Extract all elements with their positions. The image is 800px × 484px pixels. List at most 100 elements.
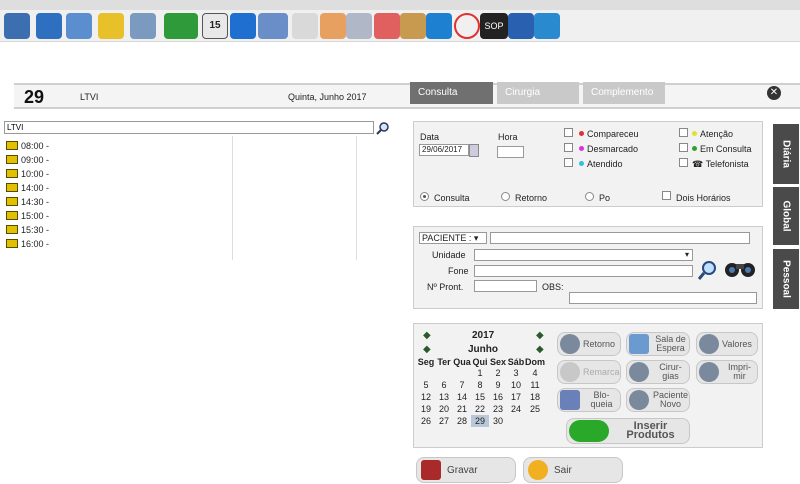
side-tab-global[interactable]: Global: [773, 187, 799, 245]
time-slot[interactable]: 08:00 -: [6, 141, 49, 154]
remarca-button[interactable]: Remarca: [557, 360, 621, 384]
calendar-day[interactable]: [417, 367, 435, 379]
folder-icon[interactable]: [66, 13, 92, 39]
compareceu-checkbox[interactable]: [564, 128, 573, 137]
notepad-icon[interactable]: [292, 13, 318, 39]
calendar-day[interactable]: 11: [525, 379, 545, 391]
book-icon[interactable]: [36, 13, 62, 39]
calendar-day[interactable]: 19: [417, 403, 435, 415]
calculator-icon[interactable]: [258, 13, 288, 39]
dois-horarios-checkbox[interactable]: [662, 191, 671, 200]
calendar-day[interactable]: 24: [507, 403, 525, 415]
calendar-day[interactable]: 22: [471, 403, 489, 415]
calendar-day[interactable]: 17: [507, 391, 525, 403]
calendar-day[interactable]: 15: [471, 391, 489, 403]
calendar-day[interactable]: [525, 415, 545, 427]
time-slot[interactable]: 10:00 -: [6, 169, 49, 182]
calendar-day[interactable]: 12: [417, 391, 435, 403]
valores-button[interactable]: Valores: [696, 332, 758, 356]
sair-button[interactable]: Sair: [523, 457, 623, 483]
gravar-button[interactable]: Gravar: [416, 457, 516, 483]
hora-field[interactable]: [497, 146, 524, 158]
doctor-icon[interactable]: [320, 13, 346, 39]
gift-icon[interactable]: [374, 13, 400, 39]
calendar-day[interactable]: 18: [525, 391, 545, 403]
tab-consulta[interactable]: Consulta: [410, 82, 493, 104]
retorno-button[interactable]: Retorno: [557, 332, 621, 356]
em-consulta-checkbox[interactable]: [679, 143, 688, 152]
search-icon[interactable]: [697, 260, 718, 280]
patient-name-field[interactable]: [490, 232, 750, 244]
calendar-day[interactable]: 20: [435, 403, 453, 415]
time-slot[interactable]: 16:00 -: [6, 239, 49, 252]
calendar-day[interactable]: 14: [453, 391, 471, 403]
prev-year-icon[interactable]: ◆: [423, 330, 431, 341]
calendar-day[interactable]: 13: [435, 391, 453, 403]
next-month-icon[interactable]: ◆: [536, 344, 544, 355]
calendar-day[interactable]: [435, 367, 453, 379]
chart-icon[interactable]: [98, 13, 124, 39]
calendar-day[interactable]: 7: [453, 379, 471, 391]
telefonista-checkbox[interactable]: [679, 158, 688, 167]
calendar-day[interactable]: [507, 415, 525, 427]
cirurgias-button[interactable]: Cirur- gias: [626, 360, 690, 384]
calendar-day[interactable]: 26: [417, 415, 435, 427]
calendar-day[interactable]: 28: [453, 415, 471, 427]
time-slot[interactable]: 15:30 -: [6, 225, 49, 238]
sop-icon[interactable]: SOP: [480, 13, 508, 39]
patient-type-select[interactable]: PACIENTE : ▾: [419, 232, 487, 244]
close-icon[interactable]: ✕: [767, 86, 781, 100]
desmarcado-checkbox[interactable]: [564, 143, 573, 152]
bloqueia-button[interactable]: Blo- queia: [557, 388, 621, 412]
plane-icon[interactable]: [426, 13, 452, 39]
handshake-icon[interactable]: [508, 13, 534, 39]
date-spinner[interactable]: [469, 144, 479, 157]
calendar-day[interactable]: 4: [525, 367, 545, 379]
people-icon[interactable]: [4, 13, 30, 39]
atendido-checkbox[interactable]: [564, 158, 573, 167]
package-icon[interactable]: [400, 13, 426, 39]
calendar-day[interactable]: 6: [435, 379, 453, 391]
paciente-novo-button[interactable]: Paciente Novo: [626, 388, 690, 412]
atencao-checkbox[interactable]: [679, 128, 688, 137]
calendar-15-icon[interactable]: 15: [202, 13, 228, 39]
calendar-day[interactable]: [453, 367, 471, 379]
search-icon[interactable]: [376, 121, 390, 135]
record-icon[interactable]: [454, 13, 480, 39]
tab-complemento[interactable]: Complemento: [583, 82, 665, 104]
obs-field[interactable]: [569, 292, 757, 304]
retorno-radio[interactable]: [501, 192, 510, 201]
calendar-day[interactable]: 2: [489, 367, 507, 379]
side-tab-pessoal[interactable]: Pessoal: [773, 249, 799, 309]
calendar-day[interactable]: 10: [507, 379, 525, 391]
pront-field[interactable]: [474, 280, 537, 292]
time-slot[interactable]: 15:00 -: [6, 211, 49, 224]
calendar-day[interactable]: 8: [471, 379, 489, 391]
sala-espera-button[interactable]: Sala de Espera: [626, 332, 690, 356]
calendar-day-today[interactable]: 29: [471, 415, 489, 427]
consulta-radio[interactable]: [420, 192, 429, 201]
imprimir-button[interactable]: Impri- mir: [696, 360, 758, 384]
calendar-day[interactable]: 16: [489, 391, 507, 403]
prev-month-icon[interactable]: ◆: [423, 344, 431, 355]
time-slot[interactable]: 14:00 -: [6, 183, 49, 196]
calendar-day[interactable]: 30: [489, 415, 507, 427]
calendar-day[interactable]: 3: [507, 367, 525, 379]
calendar-day[interactable]: 25: [525, 403, 545, 415]
unidade-select[interactable]: ▾: [474, 249, 693, 261]
phone-icon[interactable]: [230, 13, 256, 39]
calendar-day[interactable]: 5: [417, 379, 435, 391]
coins-icon[interactable]: [130, 13, 156, 39]
calendar-day[interactable]: 23: [489, 403, 507, 415]
exit-icon[interactable]: [534, 13, 560, 39]
calendar-day[interactable]: 27: [435, 415, 453, 427]
side-tab-diaria[interactable]: Diária: [773, 124, 799, 184]
search-input[interactable]: [4, 121, 374, 134]
calendar-day[interactable]: 9: [489, 379, 507, 391]
tab-cirurgia[interactable]: Cirurgia: [497, 82, 579, 104]
time-slot[interactable]: 14:30 -: [6, 197, 49, 210]
calendar-day[interactable]: 21: [453, 403, 471, 415]
binoculars-icon[interactable]: [723, 258, 757, 278]
printer-icon[interactable]: [346, 13, 372, 39]
money-icon[interactable]: [164, 13, 198, 39]
